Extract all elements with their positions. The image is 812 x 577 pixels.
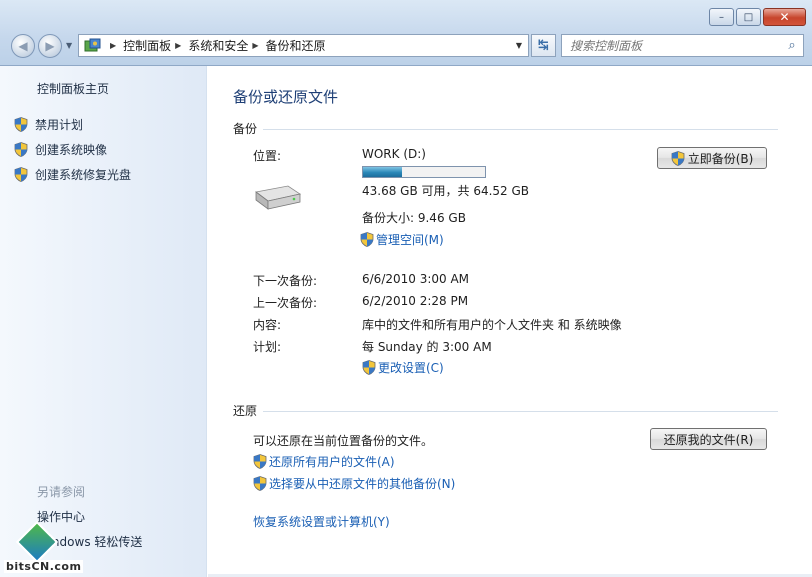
- sidebar-link-action-center[interactable]: 操作中心: [37, 508, 85, 525]
- watermark-logo: bitsCN.com: [4, 520, 94, 573]
- forward-arrow-icon: ▶: [45, 39, 55, 53]
- sidebar: 控制面板主页 禁用计划 创建系统映像 创建系统修复光盘 另请参阅 操作中心 Wi…: [0, 66, 207, 577]
- uac-shield-icon: [14, 142, 28, 157]
- uac-shield-icon: [362, 360, 376, 375]
- maximize-button[interactable]: □: [736, 8, 761, 26]
- sidebar-item-label: 创建系统映像: [35, 143, 108, 157]
- sidebar-item-create-system-image[interactable]: 创建系统映像: [14, 141, 107, 158]
- next-backup-label: 下一次备份:: [253, 274, 318, 288]
- breadcrumb-separator-icon[interactable]: ▶: [175, 41, 181, 50]
- search-icon[interactable]: ⌕: [781, 38, 803, 53]
- address-bar[interactable]: ▶ 控制面板 ▶ 系统和安全 ▶ 备份和还原 ▼: [78, 34, 529, 57]
- schedule-value: 每 Sunday 的 3:00 AM: [362, 340, 492, 354]
- drive-free-space: 43.68 GB 可用，共 64.52 GB: [362, 184, 530, 198]
- control-panel-icon: [84, 38, 101, 51]
- search-box[interactable]: ⌕: [561, 34, 804, 57]
- uac-shield-icon: [253, 476, 267, 491]
- schedule-label: 计划:: [253, 340, 282, 354]
- recover-system-label: 恢复系统设置或计算机(Y): [253, 515, 390, 529]
- manage-space-link[interactable]: 管理空间(M): [360, 231, 444, 248]
- change-settings-link[interactable]: 更改设置(C): [362, 359, 444, 376]
- address-dropdown-button[interactable]: ▼: [516, 41, 522, 50]
- search-input[interactable]: [562, 35, 781, 56]
- breadcrumb-system-security[interactable]: 系统和安全: [188, 37, 248, 54]
- sidebar-control-panel-home[interactable]: 控制面板主页: [37, 80, 109, 97]
- contents-value: 库中的文件和所有用户的个人文件夹 和 系统映像: [362, 318, 622, 332]
- restore-all-users-label: 还原所有用户的文件(A): [269, 455, 395, 469]
- last-backup-value: 6/2/2010 2:28 PM: [362, 294, 469, 308]
- breadcrumb-control-panel[interactable]: 控制面板: [123, 37, 171, 54]
- change-settings-label: 更改设置(C): [378, 361, 444, 375]
- restore-description: 可以还原在当前位置备份的文件。: [253, 434, 434, 448]
- sidebar-item-disable-schedule[interactable]: 禁用计划: [14, 116, 83, 133]
- last-backup-label: 上一次备份:: [253, 296, 318, 310]
- uac-shield-icon: [360, 232, 374, 247]
- forward-button[interactable]: ▶: [38, 34, 62, 58]
- backup-section-divider: [263, 129, 778, 130]
- backup-now-button[interactable]: 立即备份(B): [657, 147, 767, 169]
- page-title: 备份或还原文件: [233, 88, 339, 106]
- backup-section-heading: 备份: [233, 122, 258, 136]
- restore-section-heading: 还原: [233, 404, 258, 418]
- manage-space-label: 管理空间(M): [376, 233, 444, 247]
- minimize-button[interactable]: –: [709, 8, 734, 26]
- drive-usage-fill: [363, 167, 403, 177]
- back-button[interactable]: ◀: [11, 34, 35, 58]
- restore-all-users-link[interactable]: 还原所有用户的文件(A): [253, 453, 395, 470]
- location-label: 位置:: [253, 149, 282, 163]
- breadcrumb-backup-restore[interactable]: 备份和还原: [266, 37, 326, 54]
- uac-shield-icon: [14, 117, 28, 132]
- contents-label: 内容:: [253, 318, 282, 332]
- drive-usage-bar: [362, 166, 486, 178]
- backup-size: 备份大小: 9.46 GB: [362, 211, 466, 225]
- recover-system-link[interactable]: 恢复系统设置或计算机(Y): [253, 513, 390, 530]
- back-arrow-icon: ◀: [18, 39, 28, 53]
- hard-drive-icon: [255, 185, 302, 210]
- select-other-backup-link[interactable]: 选择要从中还原文件的其他备份(N): [253, 475, 455, 492]
- uac-shield-icon: [253, 454, 267, 469]
- watermark-diamond-icon: [15, 520, 59, 564]
- refresh-icon: ↹: [538, 38, 549, 53]
- restore-my-files-label: 还原我的文件(R): [663, 432, 754, 447]
- restore-section-divider: [263, 411, 778, 412]
- watermark-text: bitsCN.com: [4, 560, 84, 573]
- uac-shield-icon: [14, 167, 28, 182]
- sidebar-item-label: 创建系统修复光盘: [35, 168, 132, 182]
- breadcrumb-separator-icon[interactable]: ▶: [110, 41, 116, 50]
- breadcrumb-separator-icon[interactable]: ▶: [252, 41, 258, 50]
- select-other-backup-label: 选择要从中还原文件的其他备份(N): [269, 477, 456, 491]
- main-content: 备份或还原文件 备份 位置: WORK (D:) 43.68 GB 可用，共 6…: [208, 66, 812, 577]
- sidebar-item-label: 禁用计划: [35, 118, 84, 132]
- uac-shield-icon: [671, 150, 685, 166]
- sidebar-item-create-repair-disc[interactable]: 创建系统修复光盘: [14, 166, 131, 183]
- window-titlebar: – □ ✕ ◀ ▶ ▼ ▶ 控制面板 ▶ 系统和安全 ▶ 备份和还原 ▼ ↹ ⌕: [0, 0, 812, 66]
- refresh-button[interactable]: ↹: [531, 34, 556, 57]
- drive-name: WORK (D:): [362, 147, 426, 161]
- backup-now-label: 立即备份(B): [687, 151, 754, 166]
- next-backup-value: 6/6/2010 3:00 AM: [362, 272, 470, 286]
- recent-pages-dropdown[interactable]: ▼: [66, 41, 72, 50]
- caption-buttons: – □ ✕: [709, 8, 806, 26]
- see-also-heading: 另请参阅: [37, 485, 86, 499]
- close-button[interactable]: ✕: [763, 8, 806, 26]
- restore-my-files-button[interactable]: 还原我的文件(R): [650, 428, 767, 450]
